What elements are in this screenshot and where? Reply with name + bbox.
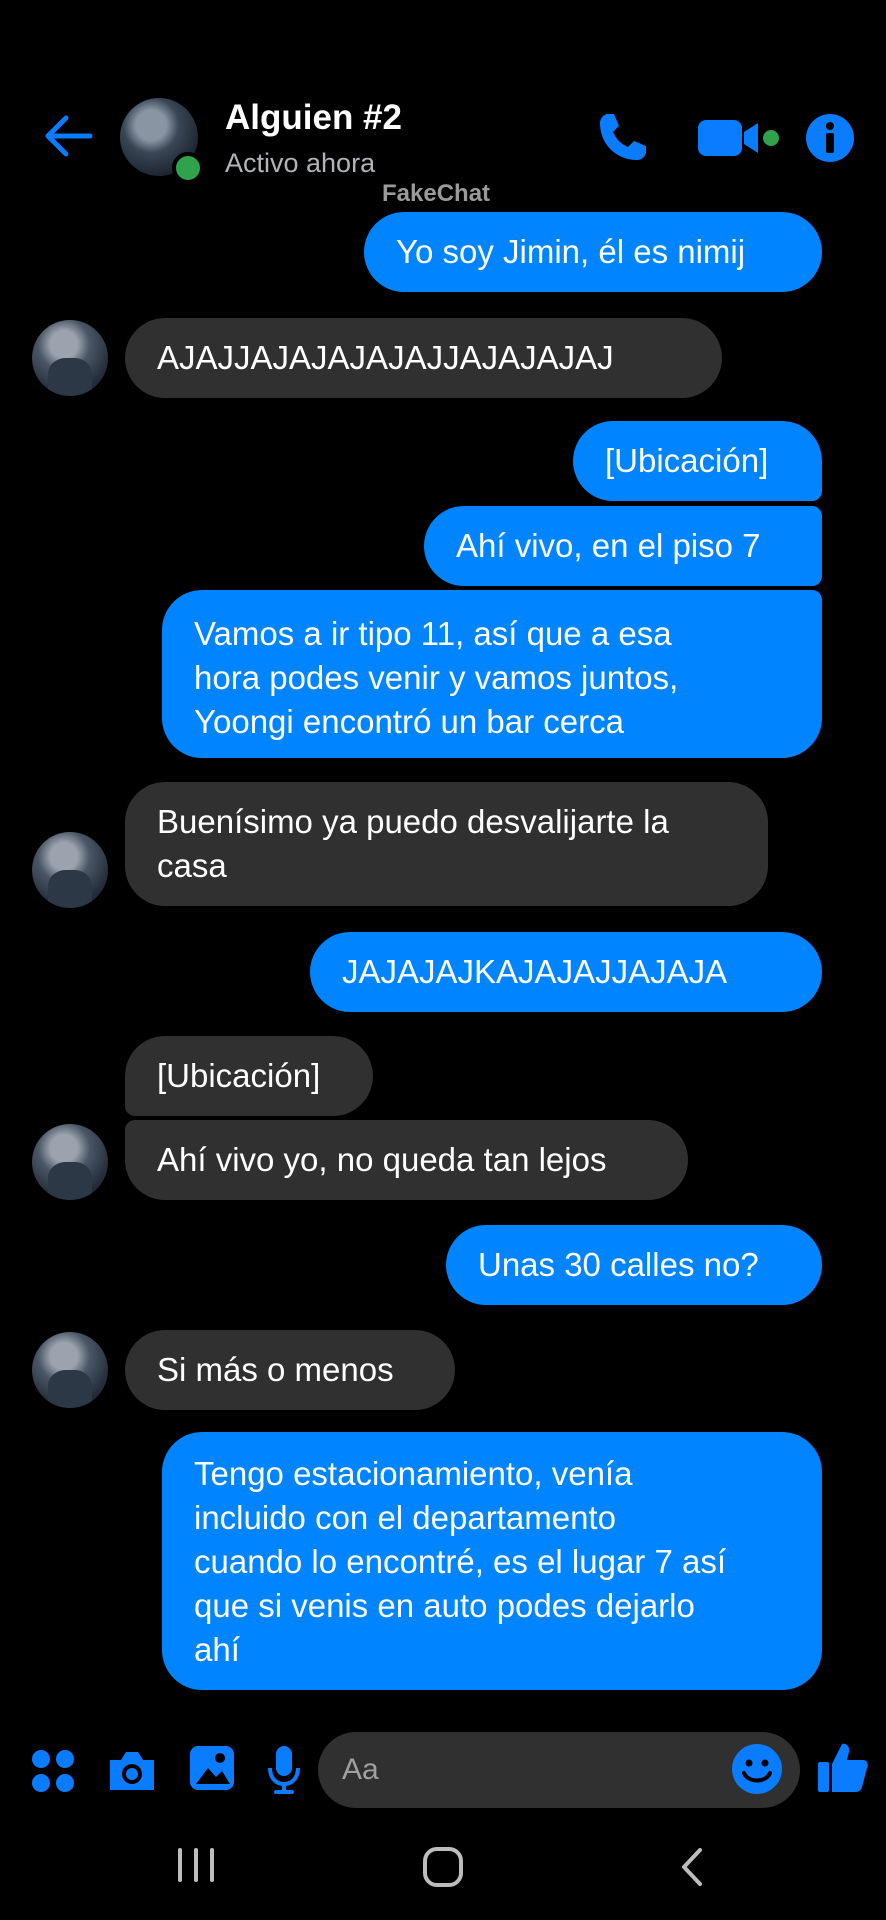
recent-apps-icon[interactable] — [172, 1846, 220, 1884]
contact-avatar-small[interactable] — [32, 320, 108, 396]
back-arrow-icon[interactable] — [40, 108, 96, 164]
sent-message[interactable]: Unas 30 calles no? — [446, 1225, 822, 1305]
nav-back-icon[interactable] — [676, 1846, 706, 1888]
received-message[interactable]: AJAJJAJAJAJAJAJJAJAJAJAJ — [125, 318, 722, 398]
thumbs-up-icon[interactable] — [816, 1740, 870, 1794]
video-camera-icon[interactable] — [696, 114, 786, 162]
received-message[interactable]: Si más o menos — [125, 1330, 455, 1410]
sent-location-message[interactable]: [Ubicación] — [573, 421, 822, 501]
message-line: Buenísimo ya puedo desvalijarte la — [157, 803, 669, 840]
received-message[interactable]: Buenísimo ya puedo desvalijarte la casa — [125, 782, 768, 906]
message-line: que si venis en auto podes dejarlo — [194, 1587, 695, 1624]
watermark: FakeChat — [382, 180, 491, 207]
emoji-icon[interactable] — [730, 1742, 784, 1796]
message-line: casa — [157, 847, 227, 884]
message-line: ahí — [194, 1631, 240, 1668]
contact-name[interactable]: Alguien #2 — [225, 98, 402, 138]
camera-icon[interactable] — [106, 1748, 158, 1794]
message-line: incluido con el departamento — [194, 1499, 616, 1536]
sent-message[interactable]: Tengo estacionamiento, venía incluido co… — [162, 1432, 822, 1690]
message-line: Tengo estacionamiento, venía — [194, 1455, 633, 1492]
contact-avatar-small[interactable] — [32, 1332, 108, 1408]
home-icon[interactable] — [422, 1846, 464, 1888]
message-line: Yoongi encontró un bar cerca — [194, 703, 624, 740]
contact-avatar-small[interactable] — [32, 1124, 108, 1200]
contact-status: Activo ahora — [225, 148, 376, 178]
received-location-message[interactable]: [Ubicación] — [125, 1036, 373, 1116]
contact-avatar-small[interactable] — [32, 832, 108, 908]
received-message[interactable]: Ahí vivo yo, no queda tan lejos — [125, 1120, 688, 1200]
message-input[interactable] — [318, 1732, 800, 1808]
gallery-icon[interactable] — [188, 1744, 236, 1792]
message-line: hora podes venir y vamos juntos, — [194, 659, 679, 696]
sent-message[interactable]: Ahí vivo, en el piso 7 — [424, 506, 822, 586]
message-line: Vamos a ir tipo 11, así que a esa — [194, 615, 672, 652]
phone-icon[interactable] — [594, 110, 650, 166]
info-icon[interactable] — [804, 112, 856, 164]
microphone-icon[interactable] — [266, 1744, 302, 1796]
sent-message[interactable]: Yo soy Jimin, él es nimij — [364, 212, 822, 292]
sent-message[interactable]: JAJAJAJKAJAJAJJAJAJA — [310, 932, 822, 1012]
apps-icon[interactable] — [30, 1748, 76, 1794]
online-status-dot — [172, 152, 204, 184]
sent-message[interactable]: Vamos a ir tipo 11, así que a esa hora p… — [162, 590, 822, 758]
chat-header — [0, 0, 886, 210]
message-line: cuando lo encontré, es el lugar 7 así — [194, 1543, 727, 1580]
